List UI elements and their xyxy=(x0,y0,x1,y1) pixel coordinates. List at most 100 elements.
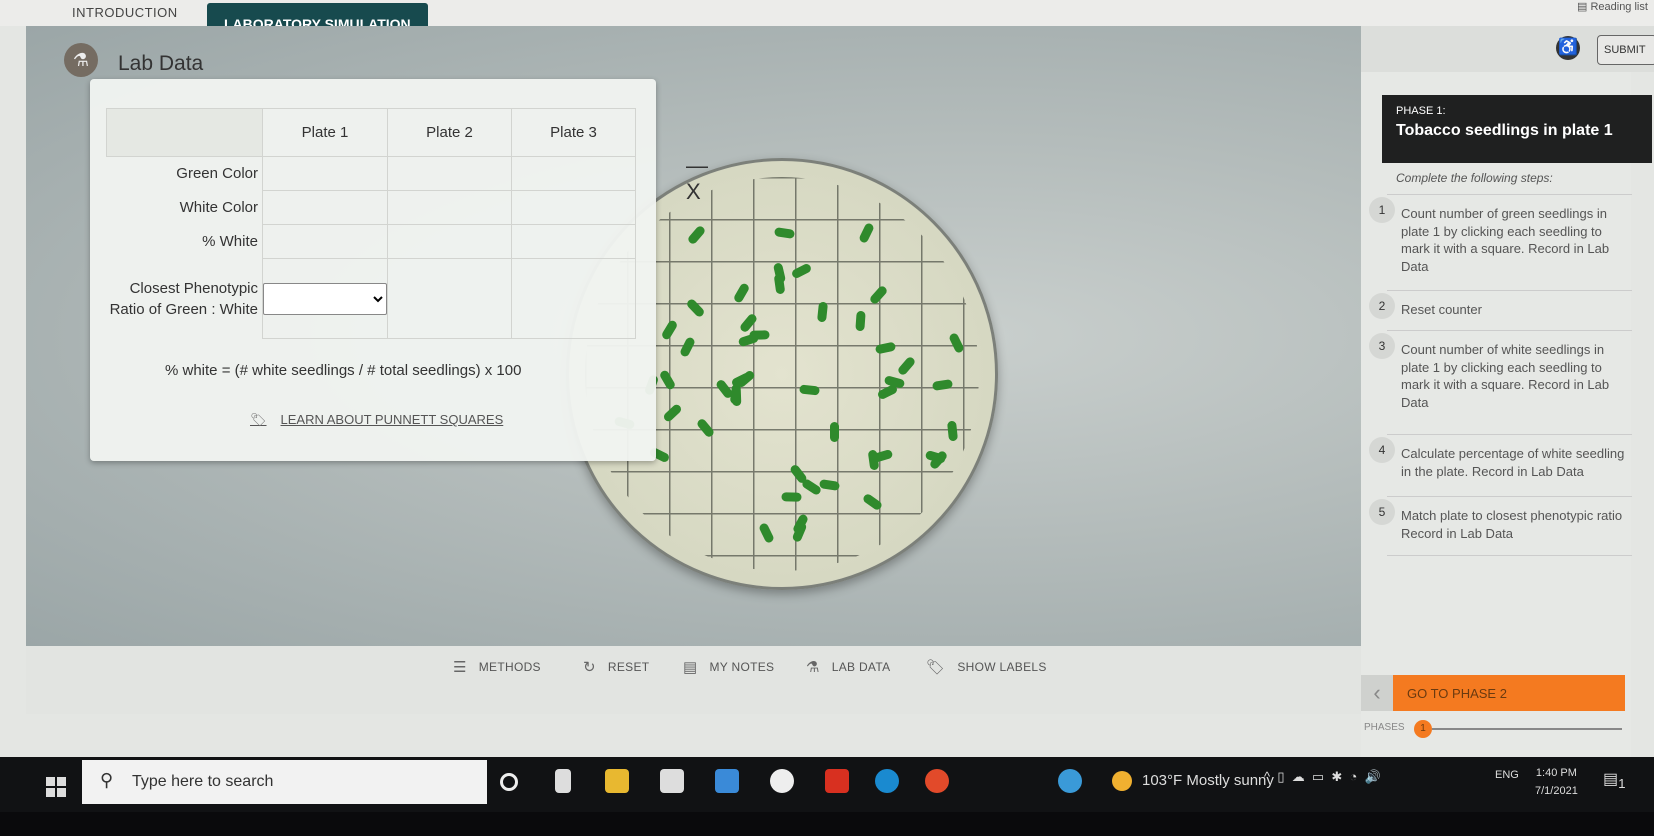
ratio-select[interactable] xyxy=(263,282,387,315)
col-plate-2: Plate 2 xyxy=(387,108,512,157)
cell-input[interactable] xyxy=(387,224,512,259)
cell-input[interactable] xyxy=(262,190,388,225)
cortana-icon[interactable] xyxy=(500,773,518,791)
step-text: Count number of green seedlings in plate… xyxy=(1401,206,1610,274)
step-text: Reset counter xyxy=(1401,302,1482,317)
seedling[interactable] xyxy=(731,386,742,407)
tray-icons[interactable]: ^ ▯ ☁ ▭ ✱ ◔ 🔊 xyxy=(1264,769,1381,785)
windows-start-icon[interactable] xyxy=(46,777,66,797)
lab-data-button[interactable]: ⚗ LAB DATA xyxy=(806,658,890,676)
tag-icon: 🏷 xyxy=(926,659,946,676)
cell xyxy=(511,258,636,339)
submit-button[interactable]: SUBMIT xyxy=(1597,35,1654,65)
app-icon[interactable] xyxy=(770,769,794,793)
cell xyxy=(387,258,512,339)
cell-input[interactable] xyxy=(511,190,636,225)
search-placeholder: Type here to search xyxy=(132,773,274,790)
phases-label: PHASES xyxy=(1364,722,1405,733)
office-icon[interactable] xyxy=(825,769,849,793)
go-to-phase-2-button[interactable]: GO TO PHASE 2 xyxy=(1393,675,1625,711)
lab-data-label: LAB DATA xyxy=(831,660,891,674)
phase-1-marker[interactable]: 1 xyxy=(1414,720,1432,738)
col-plate-1: Plate 1 xyxy=(262,108,388,157)
store-icon[interactable] xyxy=(660,769,684,793)
flask-icon: ⚗ xyxy=(806,659,820,676)
mail-icon[interactable] xyxy=(715,769,739,793)
cell-input[interactable] xyxy=(511,156,636,191)
flask-icon: ⚗ xyxy=(64,43,98,77)
instructions: Complete the following steps: xyxy=(1396,171,1553,185)
notifications-icon[interactable]: ▤1 xyxy=(1603,769,1626,791)
col-plate-3: Plate 3 xyxy=(511,108,636,157)
my-notes-label: MY NOTES xyxy=(709,660,775,674)
help-icon[interactable] xyxy=(1058,769,1082,793)
search-icon: ⚲ xyxy=(100,770,114,790)
lab-data-panel: — X Plate 1 Plate 2 Plate 3 Green Color Wh… xyxy=(90,79,708,461)
previous-phase-button[interactable]: ‹ xyxy=(1361,675,1393,711)
row-label: White Color xyxy=(179,199,258,216)
cell-input[interactable] xyxy=(262,156,388,191)
phases-track xyxy=(1432,728,1622,730)
phase-sidebar: PHASE 1: Tobacco seedlings in plate 1 Co… xyxy=(1361,72,1652,760)
file-explorer-icon[interactable] xyxy=(605,769,629,793)
corner-cell xyxy=(106,108,263,157)
learn-punnett-link[interactable]: 🏷 LEARN ABOUT PUNNETT SQUARES xyxy=(250,412,503,428)
bottom-toolbar: ☰ METHODS ↻ RESET ▤ MY NOTES ⚗ LAB DATA 🏷 SHO… xyxy=(26,646,1361,714)
taskbar: ⚲ Type here to search 103°F Mostly sunny … xyxy=(0,757,1654,812)
formula-text: % white = (# white seedlings / # total s… xyxy=(165,362,522,379)
show-labels-label: SHOW LABELS xyxy=(957,660,1047,674)
task-view-icon[interactable] xyxy=(555,769,571,793)
weather-text[interactable]: 103°F Mostly sunny xyxy=(1142,772,1274,789)
cell-input[interactable] xyxy=(511,224,636,259)
step-5: 5 Match plate to closest phenotypic ratio… xyxy=(1369,496,1632,556)
list-icon: ☰ xyxy=(453,659,467,676)
cell-input[interactable] xyxy=(387,190,512,225)
minimize-button[interactable]: — xyxy=(686,153,708,178)
learn-link-label[interactable]: LEARN ABOUT PUNNETT SQUARES xyxy=(281,412,504,428)
cell-input[interactable] xyxy=(387,156,512,191)
reset-icon: ↻ xyxy=(583,659,596,676)
step-number: 1 xyxy=(1369,197,1395,223)
chrome-icon[interactable] xyxy=(925,769,949,793)
close-button[interactable]: X xyxy=(686,179,701,204)
reading-list[interactable]: ▤ Reading list xyxy=(1577,0,1648,13)
step-2: 2 Reset counter xyxy=(1369,290,1632,330)
step-text: Count number of white seedlings in plate… xyxy=(1401,342,1610,410)
step-text: Match plate to closest phenotypic ratio … xyxy=(1401,508,1623,541)
lab-data-title: Lab Data xyxy=(118,52,204,75)
notes-icon: ▤ xyxy=(683,659,698,676)
seedling[interactable] xyxy=(854,310,866,332)
taskbar-search[interactable]: ⚲ Type here to search xyxy=(82,760,487,804)
reset-button[interactable]: ↻ RESET xyxy=(583,658,649,676)
ratio-cell xyxy=(262,258,388,339)
language-indicator[interactable]: ENG xyxy=(1495,769,1519,781)
step-number: 5 xyxy=(1369,499,1395,525)
row-label: Green Color xyxy=(176,165,258,183)
accessibility-icon[interactable]: ♿ xyxy=(1556,36,1580,60)
phase-subtitle: PHASE 1: xyxy=(1396,105,1446,117)
methods-label: METHODS xyxy=(478,660,541,674)
seedling[interactable] xyxy=(946,420,958,442)
clock[interactable]: 1:40 PM 7/1/2021 xyxy=(1535,764,1578,800)
phase-header: PHASE 1: Tobacco seedlings in plate 1 xyxy=(1382,95,1652,163)
step-text: Calculate percentage of white seedling i… xyxy=(1401,446,1625,479)
step-4: 4 Calculate percentage of white seedling … xyxy=(1369,434,1632,496)
weather-icon xyxy=(1112,771,1132,791)
step-3: 3 Count number of white seedlings in plat… xyxy=(1369,330,1632,422)
methods-button[interactable]: ☰ METHODS xyxy=(453,658,541,676)
lab-data-table: Plate 1 Plate 2 Plate 3 Green Color White … xyxy=(106,108,636,339)
cell-input[interactable] xyxy=(262,224,388,259)
row-label: % White xyxy=(202,233,258,250)
step-number: 2 xyxy=(1369,293,1395,319)
tab-introduction[interactable]: INTRODUCTION xyxy=(72,5,178,20)
seedling[interactable] xyxy=(780,492,802,502)
time: 1:40 PM xyxy=(1535,767,1577,779)
date: 7/1/2021 xyxy=(1535,785,1578,797)
seedling[interactable] xyxy=(829,422,839,443)
seedling[interactable] xyxy=(798,384,820,396)
edge-icon[interactable] xyxy=(875,769,899,793)
panel-controls: — X xyxy=(686,153,708,205)
show-labels-button[interactable]: 🏷 SHOW LABELS xyxy=(926,658,1047,676)
my-notes-button[interactable]: ▤ MY NOTES xyxy=(683,658,774,676)
reset-label: RESET xyxy=(607,660,650,674)
